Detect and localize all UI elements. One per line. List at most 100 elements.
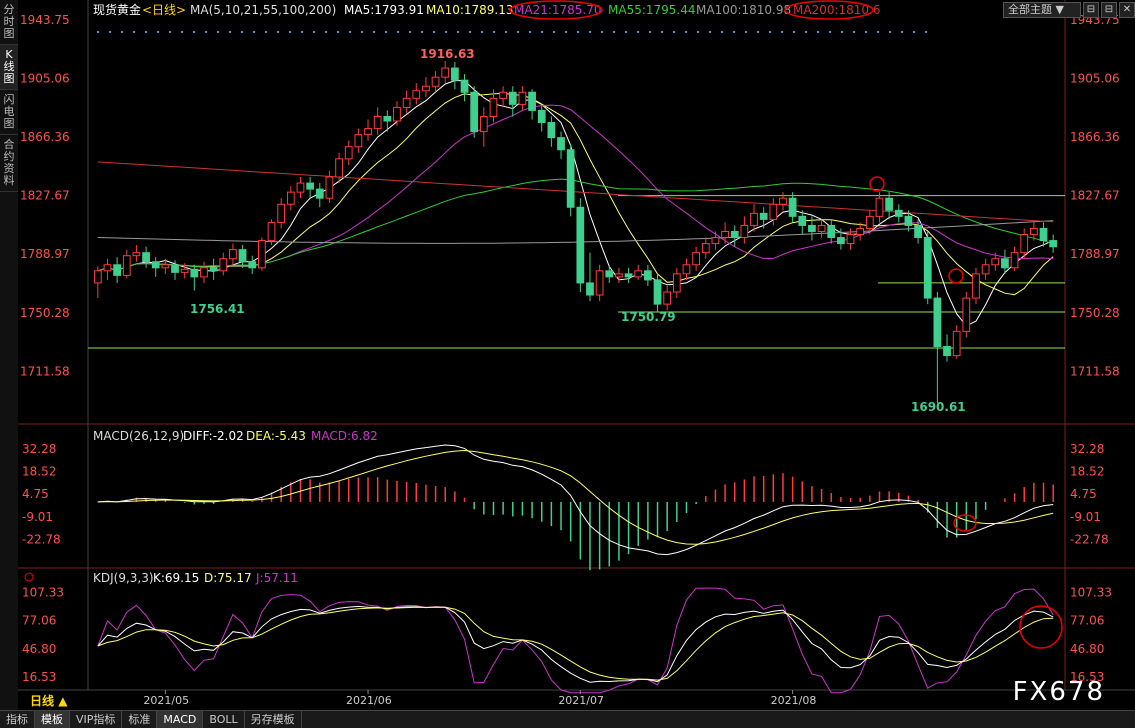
candle-body [663,291,672,305]
event-dot [888,30,892,34]
kdj-label: KDJ(9,3,3) [93,571,154,585]
macd-dea-value: DEA:-5.43 [246,429,306,443]
window-button-2[interactable]: ⊟ [1101,2,1117,18]
close-icon[interactable]: ✕ [1119,2,1135,18]
time-tick-label: 2021/08 [771,694,817,707]
tab-indicators[interactable]: 指标 [0,711,35,728]
macd-tick-left: -9.01 [22,510,53,524]
tab-macd[interactable]: MACD [157,711,204,728]
candle-body [142,252,150,263]
event-dot [168,30,172,34]
low-annotation-1: 1756.41 [190,302,245,316]
candle-body [885,197,894,211]
event-dot [672,30,676,34]
ma55-value: MA55:1795.44 [608,3,696,17]
theme-select[interactable]: 全部主题 ▼ [1003,2,1081,18]
sidebar-item-flash[interactable]: 闪电图 [0,90,18,135]
chart-area[interactable]: 现货黄金 <日线> MA(5,10,21,55,100,200) MA5:179… [18,0,1135,710]
event-dot [264,30,268,34]
tab-save-template[interactable]: 另存模板 [245,711,302,728]
toolbar-right: 全部主题 ▼ ⊟ ⊟ ✕ [1003,2,1135,18]
macd-tick-left: -22.78 [22,532,61,546]
candle-body [605,270,614,278]
candle-body [981,264,990,275]
kdj-tick-left: 107.33 [22,585,64,599]
price-tick-right: 1788.97 [1070,247,1120,261]
price-tick-left: 1750.28 [20,306,70,320]
candle-body [769,203,778,220]
candle-body [180,268,189,273]
candle-body [344,146,353,160]
macd-macd-value: MACD:6.82 [311,429,378,443]
candle-body [711,237,720,245]
candle-body [962,297,971,332]
candle-body [248,261,257,269]
tab-standard[interactable]: 标准 [122,711,158,728]
candle-body [373,115,382,130]
candle-body [1010,252,1019,269]
candle-body [624,273,633,278]
candle-body [1001,258,1009,269]
bottom-tab-bar: 指标 模板 VIP指标 标准 MACD BOLL 另存模板 [0,710,1135,728]
candle-body [296,182,305,193]
candle-body [1039,227,1048,242]
event-dot [456,30,460,34]
price-tick-left: 1827.67 [20,189,70,203]
candle-body [200,267,208,278]
event-dot [96,30,100,34]
sidebar-item-timeshare[interactable]: 分时图 [0,0,18,45]
tab-vip-indicators[interactable]: VIP指标 [70,711,123,728]
event-dot [432,30,436,34]
price-tick-left: 1905.06 [20,72,70,86]
candle-body [788,197,797,217]
instrument-label: 现货黄金 [93,2,141,17]
event-dot [228,30,232,34]
macd-tick-right: -22.78 [1070,532,1109,546]
event-dot [132,30,136,34]
candle-body [402,97,411,108]
candle-body [470,91,479,133]
kdj-tick-left: 46.80 [22,642,56,656]
time-tick-label: 2021/06 [346,694,392,707]
chevron-down-icon: ▼ [1055,3,1064,16]
candle-body [634,270,643,278]
event-dot [108,30,112,34]
window-button-1[interactable]: ⊟ [1083,2,1099,18]
sidebar-item-contract[interactable]: 合约资料 [0,135,18,192]
candle-body [315,188,324,199]
event-dot [768,30,772,34]
event-dot [384,30,388,34]
candle-body [508,91,517,105]
price-tick-right: 1905.06 [1070,72,1120,86]
ma10-value: MA10:1789.13 [426,3,514,17]
candle-body [306,182,315,190]
candle-body [547,122,556,139]
candle-body [422,85,430,92]
tab-boll[interactable]: BOLL [203,711,245,728]
candle-body [460,79,469,93]
candle-body [499,91,508,99]
period-selector[interactable]: 日线 ▲ [30,692,67,709]
candle-body [354,134,363,148]
candle-body [286,191,295,205]
candle-body [923,237,932,299]
tab-templates[interactable]: 模板 [35,711,70,728]
sidebar-item-kline[interactable]: K线图 [0,45,18,90]
event-dot [600,30,604,34]
event-dot [612,30,616,34]
event-dot [492,30,496,34]
candle-body [103,264,112,272]
event-dot [780,30,784,34]
candle-body [161,264,170,269]
candle-body [894,209,903,217]
candle-body [383,115,392,122]
event-dot [588,30,592,34]
event-dot [360,30,364,34]
candle-body [576,206,585,284]
price-tick-left: 1943.75 [20,13,70,27]
candle-body [865,215,874,229]
candle-body [537,109,546,124]
candle-body [682,264,691,275]
price-tick-left: 1711.58 [20,364,70,378]
price-tick-right: 1711.58 [1070,364,1120,378]
